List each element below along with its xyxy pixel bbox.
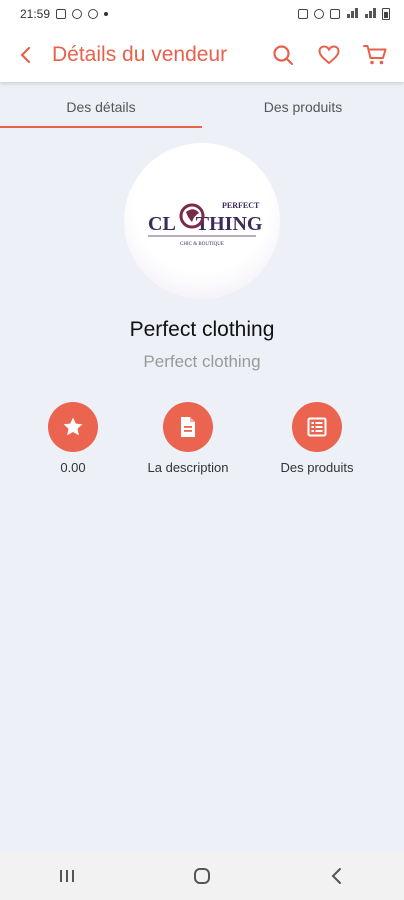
description-label: La description bbox=[147, 460, 229, 475]
vendor-actions: 0.00 La description Des produits bbox=[0, 402, 404, 482]
logo-main-text: CL THING bbox=[148, 213, 262, 235]
star-icon bbox=[63, 417, 83, 436]
rating-value: 0.00 bbox=[60, 460, 86, 475]
notification-dot-icon bbox=[104, 12, 109, 16]
home-button[interactable] bbox=[172, 852, 232, 900]
nav-back-icon bbox=[331, 868, 341, 884]
list-icon bbox=[307, 417, 327, 437]
products-circle bbox=[292, 402, 342, 452]
rating-button[interactable]: 0.00 bbox=[13, 402, 133, 475]
bluetooth-icon bbox=[314, 9, 324, 19]
wifi-signal-icon bbox=[346, 7, 358, 21]
whatsapp-icon bbox=[88, 9, 99, 19]
document-icon bbox=[181, 417, 195, 437]
logo-top-text: PERFECT bbox=[222, 201, 260, 210]
recent-apps-icon bbox=[60, 870, 75, 882]
logo-tag-text: CHIC & BOUTIQUE bbox=[180, 242, 224, 247]
app-bar: Détails du vendeur bbox=[0, 28, 404, 82]
vendor-logo: PERFECT CL THING CHIC & BOUTIQUE bbox=[148, 201, 262, 247]
description-circle bbox=[163, 402, 213, 452]
vendor-avatar: PERFECT CL THING CHIC & BOUTIQUE bbox=[124, 143, 280, 299]
status-time: 21:59 bbox=[20, 7, 51, 21]
rating-circle bbox=[48, 402, 98, 452]
recent-apps-button[interactable] bbox=[37, 852, 97, 900]
cart-button[interactable] bbox=[352, 28, 398, 82]
status-left: 21:59 bbox=[20, 7, 109, 21]
tab-products-label: Des produits bbox=[263, 99, 343, 115]
system-back-button[interactable] bbox=[307, 852, 367, 900]
tab-details-label: Des détails bbox=[66, 99, 136, 115]
description-button[interactable]: La description bbox=[128, 402, 248, 475]
cell-signal-icon bbox=[364, 7, 376, 21]
chevron-left-icon bbox=[20, 46, 31, 64]
messenger-icon bbox=[72, 9, 83, 19]
home-icon bbox=[193, 868, 210, 884]
cart-icon bbox=[363, 45, 387, 65]
vendor-name: Perfect clothing bbox=[129, 318, 275, 341]
gallery-icon bbox=[56, 9, 67, 19]
wishlist-button[interactable] bbox=[306, 28, 352, 82]
search-button[interactable] bbox=[260, 28, 306, 82]
tab-products[interactable]: Des produits bbox=[202, 84, 404, 130]
page-title: Détails du vendeur bbox=[52, 43, 228, 66]
status-bar: 21:59 bbox=[0, 0, 404, 28]
system-nav-bar bbox=[0, 852, 404, 900]
alarm-icon bbox=[298, 9, 308, 19]
tab-bar: Des détails Des produits bbox=[0, 84, 404, 130]
tab-details[interactable]: Des détails bbox=[0, 84, 202, 130]
products-button[interactable]: Des produits bbox=[257, 402, 377, 475]
mute-icon bbox=[330, 9, 340, 19]
status-right bbox=[298, 7, 390, 21]
battery-icon bbox=[382, 8, 390, 20]
search-icon bbox=[273, 45, 294, 66]
products-label: Des produits bbox=[280, 460, 354, 475]
vendor-subtitle: Perfect clothing bbox=[143, 352, 261, 371]
back-button[interactable] bbox=[0, 28, 52, 82]
heart-icon bbox=[318, 45, 340, 65]
